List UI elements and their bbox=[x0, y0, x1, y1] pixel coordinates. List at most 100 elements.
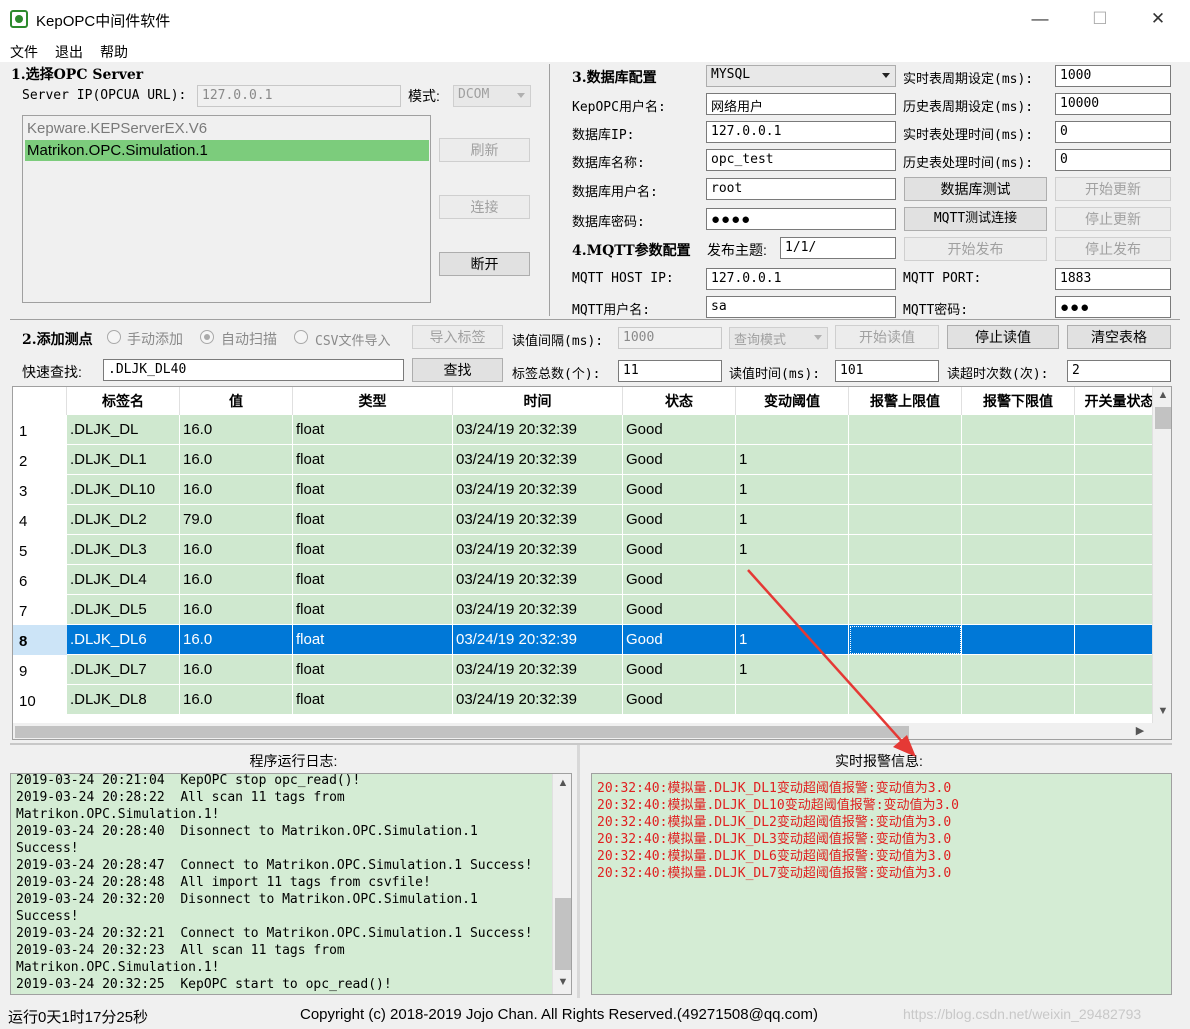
query-mode-select[interactable]: 查询模式 bbox=[729, 327, 828, 349]
csv-import-radio[interactable] bbox=[294, 330, 308, 344]
table-row[interactable]: 5 .DLJK_DL3 16.0 float 03/24/19 20:32:39 Good… bbox=[13, 535, 1165, 565]
hist-proc-input[interactable]: 0 bbox=[1055, 149, 1171, 171]
row-number[interactable]: 2 bbox=[13, 445, 67, 475]
table-cell[interactable]: float bbox=[293, 625, 453, 655]
row-number[interactable]: 6 bbox=[13, 565, 67, 595]
column-header[interactable]: 报警下限值 bbox=[962, 387, 1075, 415]
close-button[interactable]: ✕ bbox=[1138, 6, 1178, 32]
scroll-right-icon[interactable]: ▶ bbox=[1131, 724, 1149, 737]
table-cell[interactable]: 03/24/19 20:32:39 bbox=[453, 415, 623, 445]
table-cell[interactable]: Good bbox=[623, 505, 736, 535]
table-cell[interactable] bbox=[962, 565, 1075, 595]
table-row[interactable]: 10 .DLJK_DL8 16.0 float 03/24/19 20:32:39 Goo… bbox=[13, 685, 1165, 715]
table-cell[interactable]: 03/24/19 20:32:39 bbox=[453, 505, 623, 535]
table-cell[interactable]: Good bbox=[623, 595, 736, 625]
find-button[interactable]: 查找 bbox=[412, 358, 503, 382]
start-read-button[interactable]: 开始读值 bbox=[835, 325, 939, 349]
table-cell[interactable] bbox=[849, 475, 962, 505]
quick-find-input[interactable]: .DLJK_DL40 bbox=[103, 359, 404, 381]
disconnect-button[interactable]: 断开 bbox=[439, 252, 530, 276]
table-cell[interactable]: 03/24/19 20:32:39 bbox=[453, 565, 623, 595]
import-tags-button[interactable]: 导入标签 bbox=[412, 325, 503, 349]
column-header[interactable]: 时间 bbox=[453, 387, 623, 415]
table-cell[interactable]: .DLJK_DL10 bbox=[67, 475, 180, 505]
table-cell[interactable]: 03/24/19 20:32:39 bbox=[453, 595, 623, 625]
row-number[interactable]: 7 bbox=[13, 595, 67, 625]
table-cell[interactable] bbox=[962, 535, 1075, 565]
menu-file[interactable]: 文件 bbox=[10, 42, 38, 62]
table-cell[interactable]: float bbox=[293, 595, 453, 625]
tag-table[interactable]: 标签名值类型 时间 状态 变动阈值 报警上限值 报警下限值 开关量状态 1 .DLJK_DL 1… bbox=[12, 386, 1172, 740]
table-cell[interactable]: 16.0 bbox=[180, 595, 293, 625]
column-header[interactable]: 标签名 bbox=[67, 387, 180, 415]
start-update-button[interactable]: 开始更新 bbox=[1055, 177, 1171, 201]
row-number[interactable]: 9 bbox=[13, 655, 67, 685]
table-cell[interactable]: .DLJK_DL bbox=[67, 415, 180, 445]
server-ip-input[interactable]: 127.0.0.1 bbox=[197, 85, 401, 107]
stop-publish-button[interactable]: 停止发布 bbox=[1055, 237, 1171, 261]
column-header[interactable]: 状态 bbox=[623, 387, 736, 415]
server-list[interactable]: Kepware.KEPServerEX.V6 Matrikon.OPC.Simu… bbox=[22, 115, 431, 303]
total-tags-input[interactable]: 11 bbox=[618, 360, 722, 382]
maximize-button[interactable]: ☐ bbox=[1080, 6, 1120, 32]
column-header[interactable]: 类型 bbox=[293, 387, 453, 415]
row-number[interactable]: 10 bbox=[13, 685, 67, 715]
table-cell[interactable]: 16.0 bbox=[180, 535, 293, 565]
rt-period-input[interactable]: 1000 bbox=[1055, 65, 1171, 87]
table-cell[interactable]: 03/24/19 20:32:39 bbox=[453, 685, 623, 715]
stop-read-button[interactable]: 停止读值 bbox=[947, 325, 1059, 349]
table-cell[interactable]: 03/24/19 20:32:39 bbox=[453, 535, 623, 565]
table-row-selected[interactable]: 8 .DLJK_DL6 16.0 float 03/24/19 20:32:39 Good… bbox=[13, 625, 1165, 655]
table-cell[interactable]: .DLJK_DL5 bbox=[67, 595, 180, 625]
table-cell[interactable]: float bbox=[293, 475, 453, 505]
table-cell[interactable]: Good bbox=[623, 415, 736, 445]
table-cell[interactable]: Good bbox=[623, 685, 736, 715]
row-number[interactable]: 8 bbox=[13, 625, 67, 655]
column-header[interactable]: 变动阈值 bbox=[736, 387, 849, 415]
table-cell[interactable] bbox=[849, 415, 962, 445]
table-cell[interactable] bbox=[962, 415, 1075, 445]
log-scrollbar[interactable]: ▲ ▼ bbox=[552, 774, 571, 994]
table-cell[interactable]: 1 bbox=[736, 475, 849, 505]
db-name-input[interactable]: opc_test bbox=[706, 149, 896, 171]
table-row[interactable]: 6 .DLJK_DL4 16.0 float 03/24/19 20:32:39 Good bbox=[13, 565, 1165, 595]
start-publish-button[interactable]: 开始发布 bbox=[904, 237, 1047, 261]
table-cell[interactable]: .DLJK_DL2 bbox=[67, 505, 180, 535]
row-number[interactable]: 4 bbox=[13, 505, 67, 535]
table-cell[interactable]: float bbox=[293, 685, 453, 715]
mqtt-test-button[interactable]: MQTT测试连接 bbox=[904, 207, 1047, 231]
table-cell[interactable]: float bbox=[293, 445, 453, 475]
refresh-button[interactable]: 刷新 bbox=[439, 138, 530, 162]
table-row[interactable]: 4 .DLJK_DL2 79.0 float 03/24/19 20:32:39 Good… bbox=[13, 505, 1165, 535]
table-cell[interactable]: .DLJK_DL8 bbox=[67, 685, 180, 715]
table-cell[interactable]: 1 bbox=[736, 445, 849, 475]
db-pwd-input[interactable]: ●●●● bbox=[706, 208, 896, 230]
table-cell[interactable]: float bbox=[293, 505, 453, 535]
hist-period-input[interactable]: 10000 bbox=[1055, 93, 1171, 115]
mqtt-user-input[interactable]: sa bbox=[706, 296, 896, 318]
kepopc-user-input[interactable]: 网络用户 bbox=[706, 93, 896, 115]
table-cell[interactable]: Good bbox=[623, 655, 736, 685]
minimize-button[interactable]: — bbox=[1020, 6, 1060, 32]
scroll-down-icon[interactable]: ▼ bbox=[553, 976, 571, 988]
table-row[interactable]: 2 .DLJK_DL1 16.0 float 03/24/19 20:32:39 Good… bbox=[13, 445, 1165, 475]
scroll-down-icon[interactable]: ▼ bbox=[1153, 705, 1171, 717]
table-cell[interactable] bbox=[962, 685, 1075, 715]
table-cell[interactable] bbox=[736, 415, 849, 445]
table-cell[interactable]: .DLJK_DL4 bbox=[67, 565, 180, 595]
table-row[interactable]: 3 .DLJK_DL10 16.0 float 03/24/19 20:32:39 Goo… bbox=[13, 475, 1165, 505]
connect-button[interactable]: 连接 bbox=[439, 195, 530, 219]
table-cell[interactable]: Good bbox=[623, 535, 736, 565]
table-cell[interactable]: 16.0 bbox=[180, 415, 293, 445]
scroll-up-icon[interactable]: ▲ bbox=[1153, 389, 1171, 401]
table-cell[interactable] bbox=[962, 625, 1075, 655]
table-cell[interactable]: Good bbox=[623, 475, 736, 505]
mqtt-port-input[interactable]: 1883 bbox=[1055, 268, 1171, 290]
table-cell[interactable] bbox=[849, 445, 962, 475]
rt-proc-input[interactable]: 0 bbox=[1055, 121, 1171, 143]
db-user-input[interactable]: root bbox=[706, 178, 896, 200]
table-scroll-thumb[interactable] bbox=[1155, 407, 1171, 429]
table-cell[interactable]: float bbox=[293, 535, 453, 565]
table-cell[interactable]: .DLJK_DL3 bbox=[67, 535, 180, 565]
table-cell[interactable]: float bbox=[293, 655, 453, 685]
